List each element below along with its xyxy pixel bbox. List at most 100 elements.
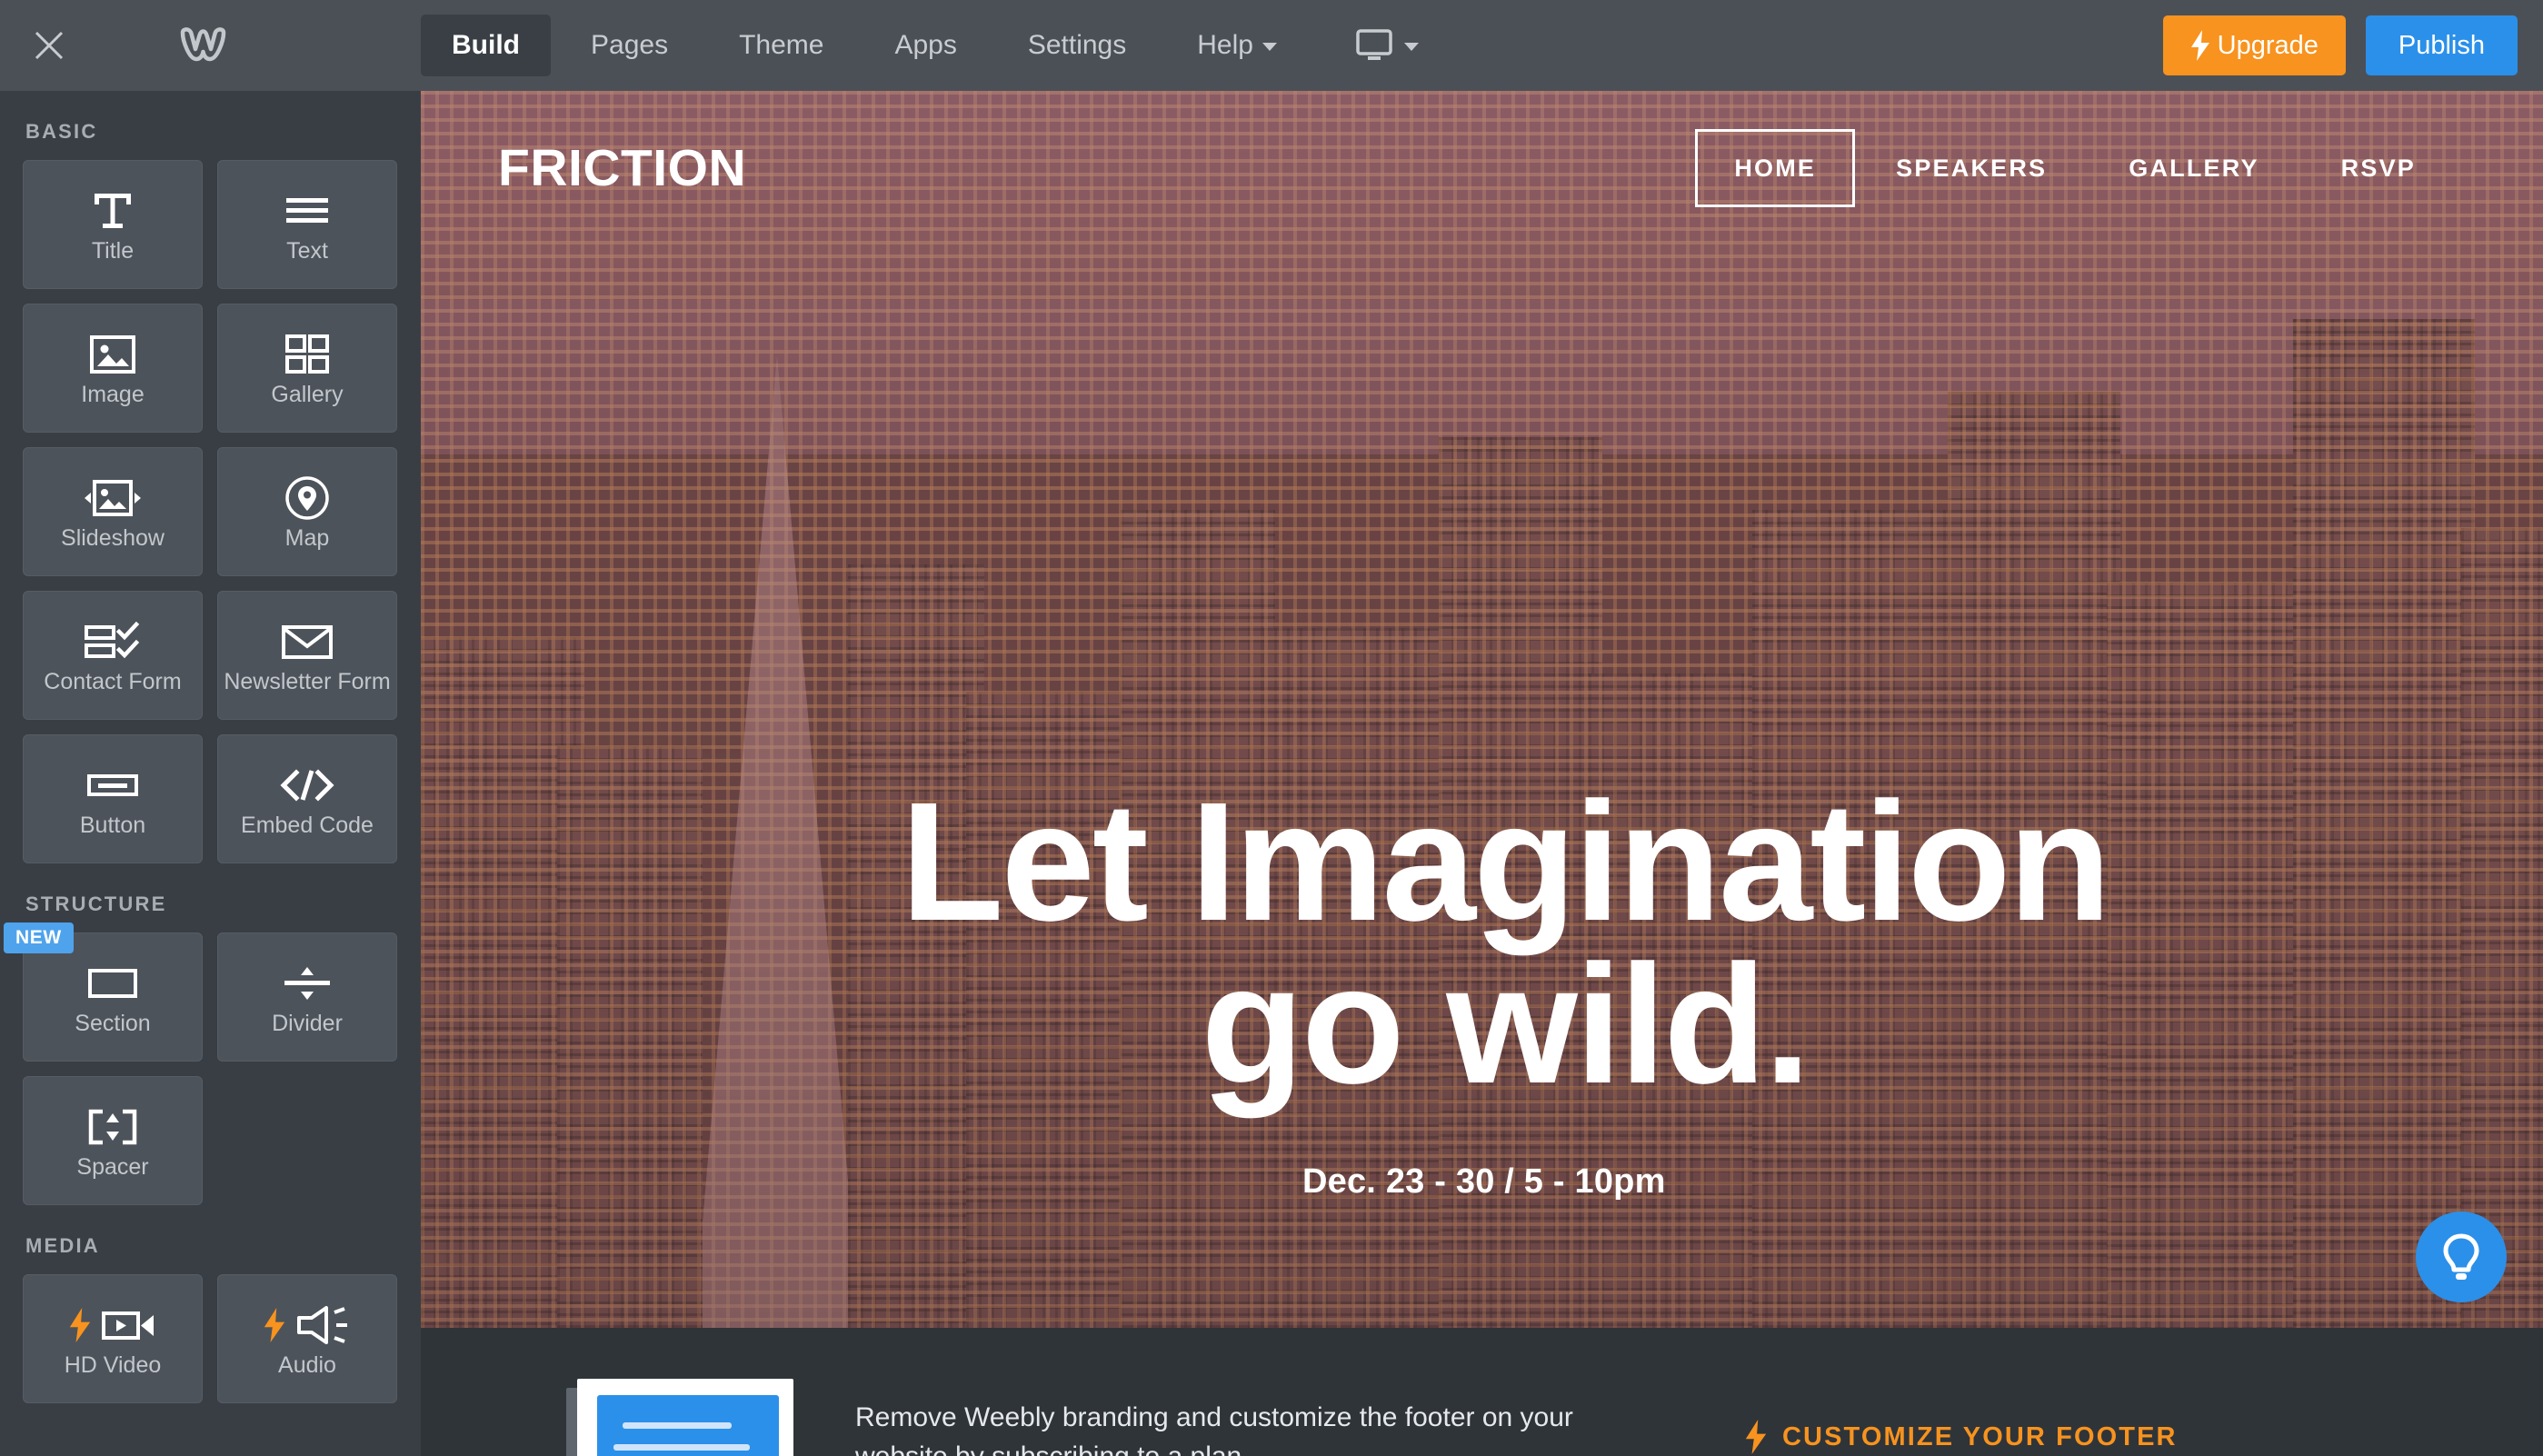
element-tile-title-label: Title: [91, 238, 135, 264]
element-tile-map[interactable]: Map: [217, 447, 397, 576]
envelope-icon: [281, 616, 334, 667]
website-thumbnail-icon: [566, 1379, 793, 1456]
element-tile-embed-code-label: Embed Code: [241, 813, 374, 838]
site-nav: HOME SPEAKERS GALLERY RSVP: [1695, 129, 2457, 207]
weebly-editor-window: Build Pages Theme Apps Settings Help Upg…: [0, 0, 2543, 1456]
hero-headline-line2: go wild.: [1201, 930, 1810, 1119]
speaker-icon: [297, 1306, 347, 1344]
new-badge: NEW: [4, 922, 74, 953]
site-nav-item-speakers[interactable]: SPEAKERS: [1855, 132, 2088, 204]
editor-body: BASIC Title Text Image Gallery Slideshow…: [0, 91, 2543, 1456]
image-icon: [88, 329, 137, 380]
element-tile-slideshow-label: Slideshow: [61, 525, 165, 551]
tab-settings-label: Settings: [1027, 30, 1127, 60]
embed-code-icon: [279, 760, 335, 811]
hero-section[interactable]: FRICTION HOME SPEAKERS GALLERY RSVP Let …: [421, 91, 2543, 1328]
tab-theme-label: Theme: [739, 30, 824, 60]
element-tile-newsletter-form[interactable]: Newsletter Form: [217, 591, 397, 720]
tab-help-label: Help: [1197, 30, 1253, 60]
top-bar-left: [0, 19, 421, 72]
element-tile-section[interactable]: NEW Section: [4, 922, 203, 1062]
contact-form-icon: [84, 616, 142, 667]
sidebar-section-basic-tiles: Title Text Image Gallery Slideshow Map C…: [23, 160, 398, 863]
site-preview-canvas: FRICTION HOME SPEAKERS GALLERY RSVP Let …: [421, 91, 2543, 1456]
bolt-icon: [1745, 1420, 1767, 1454]
lightbulb-icon: [2443, 1233, 2479, 1280]
element-tile-divider-label: Divider: [272, 1011, 343, 1036]
divider-icon: [282, 958, 333, 1009]
sidebar-section-structure-label: STRUCTURE: [25, 893, 167, 915]
weebly-logo-icon: [180, 27, 226, 62]
section-rect-icon: [87, 958, 138, 1009]
element-tile-text[interactable]: Text: [217, 160, 397, 289]
sidebar-section-basic-label: BASIC: [25, 120, 98, 143]
gallery-grid-icon: [284, 329, 330, 380]
site-logo[interactable]: FRICTION: [498, 138, 746, 198]
customize-footer-link-label: Customize Your Footer: [1782, 1421, 2178, 1451]
close-editor-button[interactable]: [23, 19, 75, 72]
hero-headline[interactable]: Let Imagination go wild.: [466, 768, 2543, 1119]
element-tile-spacer[interactable]: Spacer: [23, 1076, 203, 1205]
tab-build[interactable]: Build: [421, 15, 551, 76]
element-tile-gallery[interactable]: Gallery: [217, 304, 397, 433]
element-tile-newsletter-form-label: Newsletter Form: [224, 669, 391, 694]
spacer-icon: [86, 1102, 139, 1152]
tab-apps-label: Apps: [894, 30, 957, 60]
hero-copy-block: Let Imagination go wild. Dec. 23 - 30 / …: [421, 768, 2543, 1202]
tab-apps[interactable]: Apps: [863, 15, 987, 76]
chevron-down-icon: [1403, 43, 1419, 51]
elements-sidebar: BASIC Title Text Image Gallery Slideshow…: [0, 91, 421, 1456]
element-tile-slideshow[interactable]: Slideshow: [23, 447, 203, 576]
publish-button-label: Publish: [2398, 30, 2485, 60]
element-tile-contact-form[interactable]: Contact Form: [23, 591, 203, 720]
tab-help[interactable]: Help: [1166, 15, 1308, 76]
tab-build-label: Build: [452, 30, 520, 60]
title-t-icon: [89, 185, 136, 236]
map-pin-icon: [284, 473, 331, 524]
desktop-monitor-icon: [1356, 29, 1392, 60]
element-tile-button[interactable]: Button: [23, 734, 203, 863]
element-tile-audio-label: Audio: [278, 1352, 336, 1378]
element-tile-embed-code[interactable]: Embed Code: [217, 734, 397, 863]
element-tile-divider[interactable]: Divider: [217, 932, 397, 1062]
bolt-icon: [2190, 30, 2209, 61]
element-tile-hd-video[interactable]: HD Video: [23, 1274, 203, 1403]
customize-footer-link[interactable]: Customize Your Footer: [1744, 1420, 2178, 1454]
element-tile-image-label: Image: [81, 382, 145, 407]
site-nav-item-home[interactable]: HOME: [1695, 129, 1856, 207]
hero-headline-line1: Let Imagination: [900, 768, 2111, 956]
tab-pages-label: Pages: [591, 30, 669, 60]
chevron-down-icon: [1262, 43, 1277, 51]
hero-date-text[interactable]: Dec. 23 - 30 / 5 - 10pm: [466, 1162, 2543, 1202]
sidebar-section-media-label: MEDIA: [25, 1234, 100, 1257]
element-tile-hd-video-label: HD Video: [64, 1352, 162, 1378]
tab-theme[interactable]: Theme: [708, 15, 854, 76]
close-icon: [35, 31, 64, 60]
publish-button[interactable]: Publish: [2365, 15, 2518, 75]
site-nav-item-rsvp[interactable]: RSVP: [2300, 132, 2457, 204]
text-lines-icon: [283, 185, 332, 236]
site-header: FRICTION HOME SPEAKERS GALLERY RSVP: [421, 91, 2543, 245]
upgrade-button-label: Upgrade: [2217, 30, 2319, 60]
upgrade-button[interactable]: Upgrade: [2162, 15, 2346, 75]
help-tips-button[interactable]: [2416, 1212, 2507, 1302]
element-tile-audio[interactable]: Audio: [217, 1274, 397, 1403]
element-tile-image[interactable]: Image: [23, 304, 203, 433]
hd-video-icon-group: [68, 1300, 157, 1351]
device-preview-selector[interactable]: [1337, 28, 1437, 63]
element-tile-gallery-label: Gallery: [271, 382, 344, 407]
video-camera-icon: [102, 1311, 154, 1340]
footer-banner-message: Remove Weebly branding and customize the…: [855, 1401, 1573, 1456]
bolt-icon: [264, 1308, 285, 1342]
element-tile-text-label: Text: [286, 238, 328, 264]
bolt-icon: [69, 1308, 91, 1342]
weebly-footer-banner: Remove Weebly branding and customize the…: [421, 1328, 2543, 1456]
element-tile-title[interactable]: Title: [23, 160, 203, 289]
tab-settings[interactable]: Settings: [997, 15, 1157, 76]
weebly-home-button[interactable]: [175, 25, 230, 66]
site-nav-item-gallery[interactable]: GALLERY: [2088, 132, 2299, 204]
tab-pages[interactable]: Pages: [560, 15, 699, 76]
slideshow-icon: [79, 473, 146, 524]
audio-icon-group: [263, 1300, 352, 1351]
element-tile-contact-form-label: Contact Form: [44, 669, 182, 694]
